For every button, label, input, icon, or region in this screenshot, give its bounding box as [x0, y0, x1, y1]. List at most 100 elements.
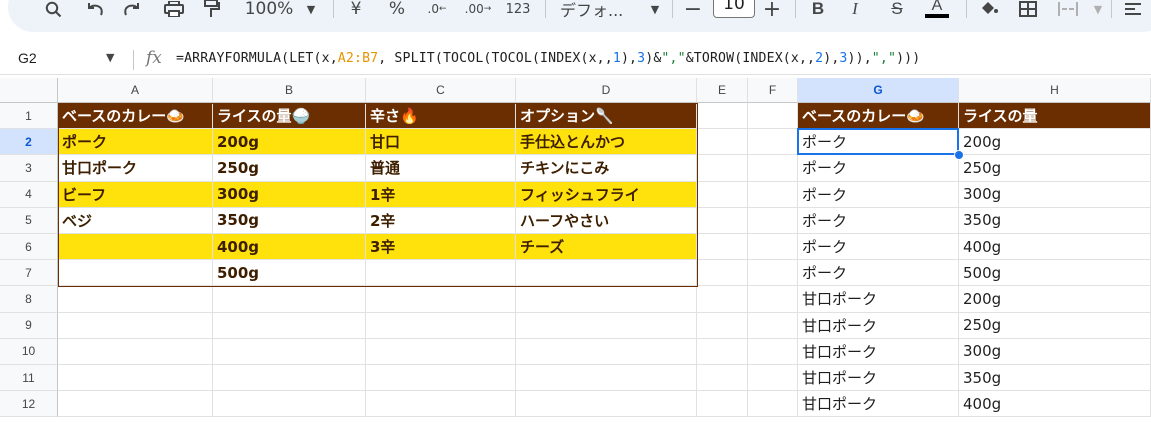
- cell-e6[interactable]: [697, 234, 748, 261]
- cell-c4[interactable]: 1辛: [366, 181, 516, 208]
- cell-a12[interactable]: [58, 391, 213, 418]
- row-header-6[interactable]: 6: [0, 234, 58, 261]
- cell-g7[interactable]: ポーク: [798, 260, 959, 287]
- cell-b10[interactable]: [213, 338, 366, 365]
- cell-f5[interactable]: [748, 207, 798, 234]
- cell-b8[interactable]: [213, 286, 366, 313]
- cell-e11[interactable]: [697, 365, 748, 392]
- cell-d1[interactable]: オプション🥄: [516, 103, 697, 130]
- cell-d3[interactable]: チキンにこみ: [516, 155, 697, 182]
- cell-d4[interactable]: フィッシュフライ: [516, 181, 697, 208]
- redo-icon[interactable]: [121, 0, 143, 18]
- row-header-4[interactable]: 4: [0, 181, 58, 208]
- cell-g11[interactable]: 甘口ポーク: [798, 365, 959, 392]
- merge-dropdown-icon[interactable]: ▼: [1091, 0, 1105, 18]
- percent-format-button[interactable]: %: [388, 0, 406, 19]
- cell-d2[interactable]: 手仕込とんかつ: [516, 129, 697, 156]
- cell-d8[interactable]: [516, 286, 697, 313]
- column-header-h[interactable]: H: [959, 78, 1151, 103]
- cell-h12[interactable]: 400g: [959, 391, 1151, 418]
- print-icon[interactable]: [162, 0, 186, 18]
- cell-e7[interactable]: [697, 260, 748, 287]
- increase-decimals-button[interactable]: .00 →: [463, 0, 493, 18]
- bold-button[interactable]: B: [809, 0, 827, 18]
- cell-f1[interactable]: [748, 103, 798, 130]
- column-header-g[interactable]: G: [798, 78, 959, 103]
- cell-g12[interactable]: 甘口ポーク: [798, 391, 959, 418]
- cell-e3[interactable]: [697, 155, 748, 182]
- cell-f3[interactable]: [748, 155, 798, 182]
- cell-c12[interactable]: [366, 391, 516, 418]
- row-header-7[interactable]: 7: [0, 260, 58, 287]
- cell-b7[interactable]: 500g: [213, 260, 366, 287]
- zoom-value[interactable]: 100%: [244, 0, 294, 19]
- cell-b11[interactable]: [213, 365, 366, 392]
- cell-a3[interactable]: 甘口ポーク: [58, 155, 213, 182]
- cell-e12[interactable]: [697, 391, 748, 418]
- cell-d7[interactable]: [516, 260, 697, 287]
- row-header-10[interactable]: 10: [0, 338, 58, 365]
- row-header-3[interactable]: 3: [0, 155, 58, 182]
- cell-b4[interactable]: 300g: [213, 181, 366, 208]
- cell-e2[interactable]: [697, 129, 748, 156]
- cell-e9[interactable]: [697, 312, 748, 339]
- row-header-2[interactable]: 2: [0, 129, 58, 156]
- font-size-input[interactable]: 10: [713, 0, 755, 18]
- select-all-corner[interactable]: [0, 78, 58, 103]
- row-header-8[interactable]: 8: [0, 286, 58, 313]
- search-menus-icon[interactable]: [43, 0, 63, 18]
- cell-a8[interactable]: [58, 286, 213, 313]
- cell-g5[interactable]: ポーク: [798, 207, 959, 234]
- strikethrough-button[interactable]: S: [886, 0, 908, 18]
- row-header-11[interactable]: 11: [0, 365, 58, 392]
- fill-color-icon[interactable]: [978, 0, 1000, 18]
- cell-h5[interactable]: 350g: [959, 207, 1151, 234]
- cell-e4[interactable]: [697, 181, 748, 208]
- cell-h4[interactable]: 300g: [959, 181, 1151, 208]
- cell-c7[interactable]: [366, 260, 516, 287]
- cell-d6[interactable]: チーズ: [516, 234, 697, 261]
- column-header-d[interactable]: D: [516, 78, 697, 103]
- column-header-c[interactable]: C: [366, 78, 516, 103]
- column-header-b[interactable]: B: [213, 78, 366, 103]
- cell-b12[interactable]: [213, 391, 366, 418]
- decrease-decimals-button[interactable]: .0 ←: [424, 0, 450, 18]
- decrease-font-size-button[interactable]: −: [684, 0, 702, 22]
- cell-d11[interactable]: [516, 365, 697, 392]
- column-header-a[interactable]: A: [58, 78, 213, 103]
- cell-c5[interactable]: 2辛: [366, 207, 516, 234]
- cell-f12[interactable]: [748, 391, 798, 418]
- cell-c6[interactable]: 3辛: [366, 234, 516, 261]
- cell-f11[interactable]: [748, 365, 798, 392]
- italic-button[interactable]: I: [846, 0, 864, 18]
- cell-a1[interactable]: ベースのカレー🍛: [58, 103, 213, 130]
- row-header-1[interactable]: 1: [0, 103, 58, 130]
- cell-h3[interactable]: 250g: [959, 155, 1151, 182]
- font-dropdown-icon[interactable]: ▼: [648, 0, 662, 18]
- cell-h9[interactable]: 250g: [959, 312, 1151, 339]
- cell-a11[interactable]: [58, 365, 213, 392]
- cell-h6[interactable]: 400g: [959, 234, 1151, 261]
- font-family-select[interactable]: デフォ...: [560, 0, 635, 20]
- cell-a9[interactable]: [58, 312, 213, 339]
- cell-h1[interactable]: ライスの量: [959, 103, 1151, 130]
- cell-a6[interactable]: [58, 234, 213, 261]
- cell-d5[interactable]: ハーフやさい: [516, 207, 697, 234]
- cell-h8[interactable]: 200g: [959, 286, 1151, 313]
- row-header-5[interactable]: 5: [0, 207, 58, 234]
- horizontal-align-icon[interactable]: [1122, 0, 1144, 18]
- cell-b6[interactable]: 400g: [213, 234, 366, 261]
- cell-g10[interactable]: 甘口ポーク: [798, 338, 959, 365]
- cell-e8[interactable]: [697, 286, 748, 313]
- text-color-button[interactable]: A: [924, 0, 950, 18]
- row-header-9[interactable]: 9: [0, 312, 58, 339]
- cell-f4[interactable]: [748, 181, 798, 208]
- cell-f9[interactable]: [748, 312, 798, 339]
- cell-g4[interactable]: ポーク: [798, 181, 959, 208]
- paint-format-icon[interactable]: [201, 0, 223, 18]
- cell-g9[interactable]: 甘口ポーク: [798, 312, 959, 339]
- cell-b5[interactable]: 350g: [213, 207, 366, 234]
- name-box[interactable]: G2: [18, 50, 37, 66]
- cell-g6[interactable]: ポーク: [798, 234, 959, 261]
- cell-f10[interactable]: [748, 338, 798, 365]
